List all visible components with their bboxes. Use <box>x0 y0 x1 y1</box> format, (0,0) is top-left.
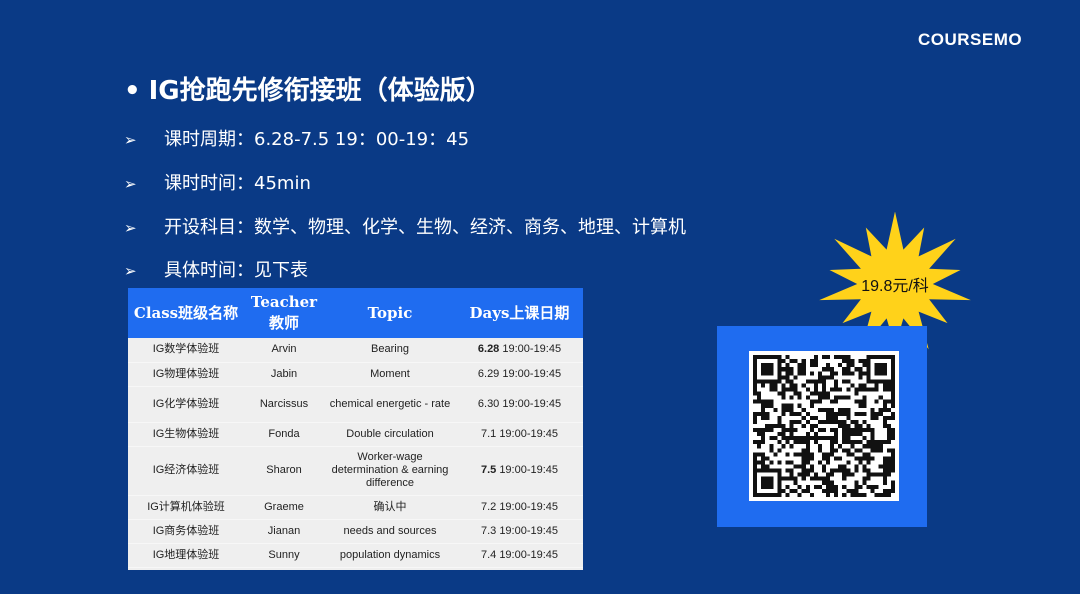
cell-days: 7.5 19:00-19:45 <box>456 446 583 496</box>
cell-time: 19:00-19:45 <box>499 500 559 513</box>
coursemo-logo: COURSEMO <box>918 30 1023 49</box>
table-row: IG计算机体验班 Graeme 确认中 7.2 19:00-19:45 <box>128 495 583 520</box>
title-text: IG抢跑先修衔接班（体验版） <box>148 76 492 106</box>
cell-topic: Moment <box>324 362 456 387</box>
cell-class: IG计算机体验班 <box>128 495 244 520</box>
arrow-bullet-icon: ➢ <box>124 175 137 193</box>
cell-topic: Bearing <box>324 338 456 363</box>
cell-topic: Worker-wage determination & earning diff… <box>324 446 456 496</box>
cell-date: 7.4 <box>480 548 497 561</box>
header-class: Class班级名称 <box>128 288 244 338</box>
price-label: 19.8元/科 <box>861 278 929 295</box>
cell-time: 19:00-19:45 <box>499 464 559 476</box>
cell-days: 7.1 19:00-19:45 <box>456 422 583 447</box>
table-row: IG地理体验班 Sunny population dynamics 7.4 19:00… <box>128 543 583 568</box>
table-header-row: Class班级名称 Teacher教师 Topic Days上课日期 <box>128 288 583 338</box>
table-row: IG经济体验班 Sharon Worker-wage determination &… <box>128 446 583 496</box>
cell-days: 7.2 19:00-19:45 <box>456 495 583 520</box>
cell-class: IG经济体验班 <box>128 446 244 496</box>
info-text: 课时周期：6.28-7.5 19：00-19：45 <box>164 129 470 150</box>
cell-date: 7.3 <box>480 524 497 537</box>
cell-time: 19:00-19:45 <box>502 343 562 356</box>
cell-topic: chemical energetic - rate <box>324 386 456 423</box>
cell-topic: needs and sources <box>324 519 456 544</box>
header-teacher: Teacher教师 <box>244 288 324 338</box>
title-bullet: • <box>124 76 141 106</box>
qr-code-icon[interactable] <box>749 351 899 501</box>
cell-teacher: Fonda <box>244 422 324 447</box>
cell-teacher: Graeme <box>244 495 324 520</box>
cell-class: IG地理体验班 <box>128 543 244 568</box>
cell-teacher: Sharon <box>244 446 324 496</box>
info-text: 具体时间：见下表 <box>164 260 308 281</box>
table-row: IG物理体验班 Jabin Moment 6.29 19:00-19:45 <box>128 362 583 387</box>
cell-date: 6.30 <box>477 397 500 410</box>
cell-days: 6.30 19:00-19:45 <box>456 386 583 423</box>
info-line-schedule: ➢ 具体时间：见下表 <box>124 256 308 282</box>
cell-days: 6.29 19:00-19:45 <box>456 362 583 387</box>
cell-days: 7.3 19:00-19:45 <box>456 519 583 544</box>
info-text: 课时时间：45min <box>164 173 311 194</box>
cell-class: IG物理体验班 <box>128 362 244 387</box>
cell-date: 7.1 <box>480 427 497 440</box>
arrow-bullet-icon: ➢ <box>124 262 137 280</box>
cell-date: 7.5 <box>480 464 497 476</box>
cell-class: IG数学体验班 <box>128 338 244 363</box>
cell-time: 19:00-19:45 <box>499 548 559 561</box>
cell-date: 7.2 <box>480 500 497 513</box>
info-text: 开设科目：数学、物理、化学、生物、经济、商务、地理、计算机 <box>164 217 686 238</box>
cell-class: IG商务体验班 <box>128 519 244 544</box>
cell-time: 19:00-19:45 <box>502 397 562 410</box>
info-line-duration: ➢ 课时时间：45min <box>124 169 311 195</box>
cell-topic: Double circulation <box>324 422 456 447</box>
schedule-table: Class班级名称 Teacher教师 Topic Days上课日期 IG数学体… <box>128 288 583 568</box>
cell-days: 7.4 19:00-19:45 <box>456 543 583 568</box>
cell-class: IG化学体验班 <box>128 386 244 423</box>
arrow-bullet-icon: ➢ <box>124 219 137 237</box>
schedule-table-container: Class班级名称 Teacher教师 Topic Days上课日期 IG数学体… <box>128 288 583 570</box>
cell-teacher: Jabin <box>244 362 324 387</box>
cell-teacher: Narcissus <box>244 386 324 423</box>
cell-time: 19:00-19:45 <box>499 427 559 440</box>
cell-teacher: Arvin <box>244 338 324 363</box>
arrow-bullet-icon: ➢ <box>124 131 137 149</box>
cell-teacher: Sunny <box>244 543 324 568</box>
table-row: IG生物体验班 Fonda Double circulation 7.1 19:00-… <box>128 422 583 447</box>
cell-class: IG生物体验班 <box>128 422 244 447</box>
table-row: IG数学体验班 Arvin Bearing 6.28 19:00-19:45 <box>128 338 583 363</box>
info-line-period: ➢ 课时周期：6.28-7.5 19：00-19：45 <box>124 125 469 151</box>
cell-topic: population dynamics <box>324 543 456 568</box>
cell-date: 6.29 <box>477 367 500 380</box>
cell-time: 19:00-19:45 <box>499 524 559 537</box>
cell-topic: 确认中 <box>324 495 456 520</box>
page-title: • IG抢跑先修衔接班（体验版） <box>124 70 492 107</box>
table-row: IG化学体验班 Narcissus chemical energetic - rat… <box>128 386 583 423</box>
cell-date: 6.28 <box>477 343 500 356</box>
info-line-subjects: ➢ 开设科目：数学、物理、化学、生物、经济、商务、地理、计算机 <box>124 213 686 239</box>
header-days: Days上课日期 <box>456 288 583 338</box>
cell-time: 19:00-19:45 <box>502 367 562 380</box>
header-topic: Topic <box>324 288 456 338</box>
table-row: IG商务体验班 Jianan needs and sources 7.3 19:00-… <box>128 519 583 544</box>
cell-days: 6.28 19:00-19:45 <box>456 338 583 363</box>
cell-teacher: Jianan <box>244 519 324 544</box>
